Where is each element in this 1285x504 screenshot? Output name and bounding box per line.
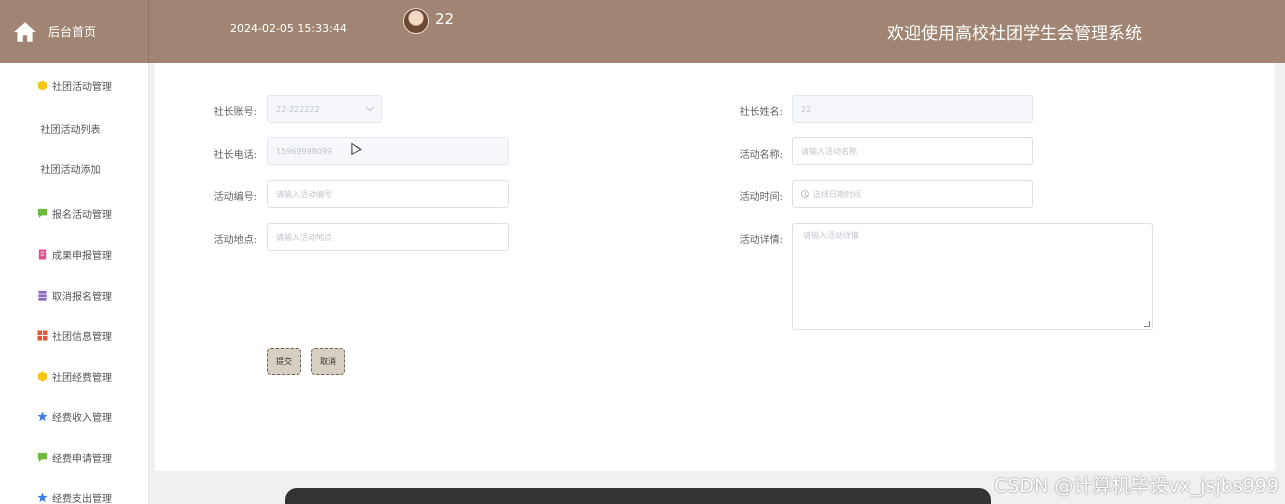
sidebar-subitem-activity-list[interactable]: 社团活动列表 (0, 121, 141, 136)
sidebar: 社团活动管理 社团活动列表 社团活动添加 报名活动管理 成果申报管理 取消报名管… (0, 63, 149, 504)
activity-time-label: 活动时间: (739, 192, 783, 203)
activity-name-placeholder: 请输入活动名称 (801, 146, 857, 156)
chevron-down-icon (365, 102, 375, 112)
main-content: 社长账号: 22-222222 社长姓名: 22 社长电话: 159699980… (155, 63, 1275, 471)
activity-details-label: 活动详情: (739, 235, 783, 246)
sidebar-item-achievement[interactable]: 成果申报管理 (0, 247, 149, 262)
current-datetime: 2024-02-05 15:33:44 (230, 22, 347, 35)
home-label: 后台首页 (48, 25, 97, 39)
sidebar-item-fund-application[interactable]: 经费申请管理 (0, 450, 149, 465)
star-icon (37, 492, 48, 503)
sidebar-item-label: 经费收入管理 (52, 413, 112, 424)
cancel-button[interactable]: 取消 (311, 348, 345, 375)
sidebar-item-cancel-registration[interactable]: 取消报名管理 (0, 288, 149, 303)
activity-location-label: 活动地点: (213, 235, 257, 246)
stack-icon (38, 290, 47, 301)
sidebar-item-label: 经费申请管理 (52, 454, 112, 465)
avatar (403, 8, 429, 34)
activity-details-placeholder: 请输入活动详情 (803, 231, 859, 240)
document-icon (38, 249, 47, 260)
bottom-overlay-bar (285, 488, 991, 504)
username: 22 (435, 10, 455, 28)
president-phone-value: 15969998099 (276, 146, 332, 156)
message-icon (37, 452, 48, 463)
sidebar-item-label: 报名活动管理 (52, 210, 112, 221)
president-phone-field[interactable]: 15969998099 (267, 137, 509, 165)
president-phone-label: 社长电话: (213, 150, 257, 161)
sidebar-subitem-activity-add[interactable]: 社团活动添加 (0, 161, 141, 176)
sidebar-item-label: 成果申报管理 (52, 251, 112, 262)
activity-time-placeholder: 选择日期时间 (813, 189, 861, 199)
submit-button[interactable]: 提交 (267, 348, 301, 375)
sidebar-item-label: 经费支出管理 (52, 494, 112, 504)
sidebar-item-club-activity[interactable]: 社团活动管理 (0, 78, 149, 93)
sidebar-item-fund-expense[interactable]: 经费支出管理 (0, 490, 149, 504)
activity-code-label: 活动编号: (213, 192, 257, 203)
clock-icon (801, 190, 809, 198)
president-account-label: 社长账号: (213, 107, 257, 118)
watermark: CSDN @计算机毕设vx_jsjbs999 (994, 475, 1279, 497)
activity-location-field[interactable]: 请输入活动地点 (267, 223, 509, 251)
sidebar-item-registration[interactable]: 报名活动管理 (0, 206, 149, 221)
message-icon (37, 208, 48, 219)
activity-time-picker[interactable]: 选择日期时间 (792, 180, 1033, 208)
sidebar-item-club-info[interactable]: 社团信息管理 (0, 328, 149, 343)
president-name-field[interactable]: 22 (792, 95, 1033, 123)
hexagon-icon (37, 80, 48, 91)
president-name-value: 22 (801, 104, 812, 114)
activity-code-field[interactable]: 请输入活动编号 (267, 180, 509, 208)
activity-name-field[interactable]: 请输入活动名称 (792, 137, 1033, 165)
home-link[interactable]: 后台首页 (0, 0, 149, 63)
president-account-value: 22-222222 (276, 104, 320, 114)
top-header: 后台首页 2024-02-05 15:33:44 22 欢迎使用高校社团学生会管… (0, 0, 1285, 63)
activity-code-placeholder: 请输入活动编号 (276, 189, 332, 199)
resize-handle-icon[interactable] (1144, 321, 1150, 327)
star-icon (37, 411, 48, 422)
president-name-label: 社长姓名: (739, 107, 783, 118)
activity-location-placeholder: 请输入活动地点 (276, 232, 332, 242)
sidebar-item-label: 社团信息管理 (52, 332, 112, 343)
sidebar-item-club-funds[interactable]: 社团经费管理 (0, 369, 149, 384)
sidebar-item-fund-income[interactable]: 经费收入管理 (0, 409, 149, 424)
grid-icon (37, 330, 48, 341)
home-icon (14, 21, 36, 42)
hexagon-icon (37, 371, 48, 382)
president-account-select[interactable]: 22-222222 (267, 95, 382, 123)
activity-name-label: 活动名称: (739, 150, 783, 161)
sidebar-item-label: 社团活动管理 (52, 82, 112, 93)
system-title: 欢迎使用高校社团学生会管理系统 (887, 24, 1142, 44)
activity-details-textarea[interactable]: 请输入活动详情 (792, 223, 1153, 330)
sidebar-item-label: 取消报名管理 (52, 292, 112, 303)
user-info[interactable]: 22 (403, 8, 454, 34)
sidebar-item-label: 社团经费管理 (52, 373, 112, 384)
